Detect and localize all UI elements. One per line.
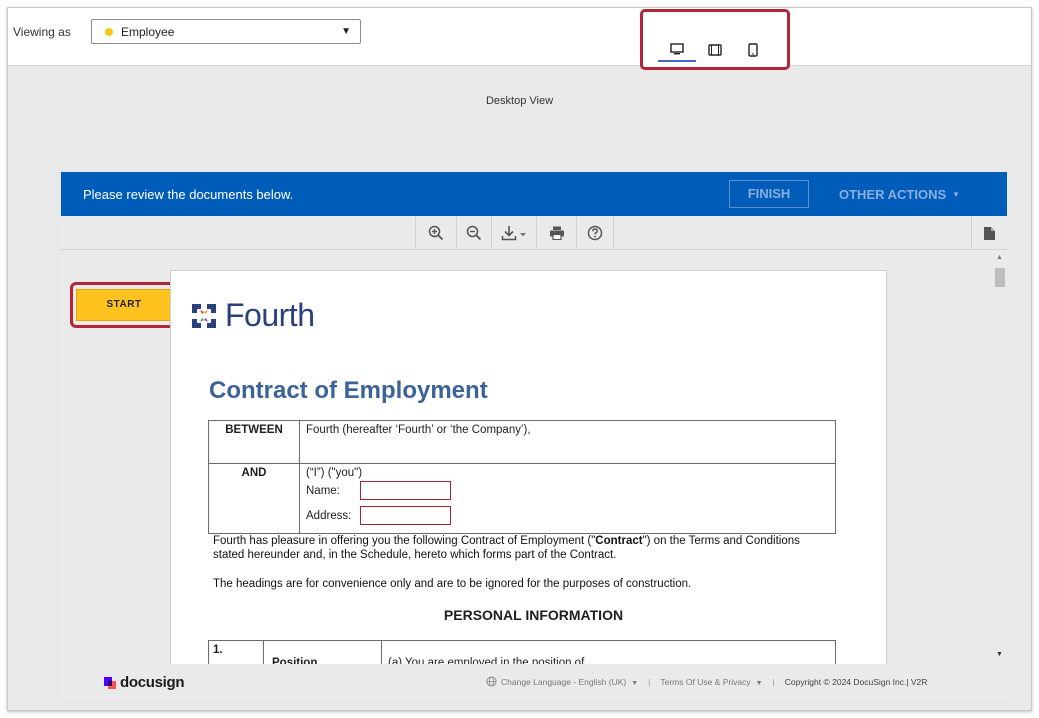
footer-links: Change Language - English (UK) ▼ | Terms … — [486, 676, 927, 687]
between-text: Fourth (hereafter ‘Fourth’ or ‘the Compa… — [299, 420, 836, 464]
and-label: AND — [208, 463, 300, 534]
print-icon — [549, 226, 564, 240]
download-icon — [501, 226, 526, 241]
and-text: (“I”) ("you") — [306, 467, 363, 479]
docusign-logo-icon — [104, 676, 116, 689]
help-icon — [587, 225, 603, 241]
docusign-logo: docusign — [103, 674, 185, 691]
section-heading: PERSONAL INFORMATION — [443, 607, 624, 623]
name-label: Name: — [306, 484, 340, 497]
zoom-out-button[interactable] — [456, 216, 491, 250]
parties-table: BETWEEN Fourth (hereafter ‘Fourth’ or ‘t… — [208, 420, 836, 534]
review-banner: Please review the documents below. FINIS… — [61, 172, 1007, 216]
personal-info-table: 1. Position (a) You are employed in the … — [208, 640, 836, 664]
terms-label: Terms Of Use & Privacy — [660, 676, 751, 687]
chevron-down-icon: ▼ — [952, 190, 961, 199]
intro-paragraph: Fourth has pleasure in offering you the … — [213, 534, 833, 562]
viewing-as-select[interactable]: Employee ▼ — [91, 19, 361, 44]
intro-bold: Contract — [595, 535, 643, 547]
start-button[interactable]: START — [76, 289, 172, 321]
app-window: Viewing as Employee ▼ Desktop View Pleas… — [7, 7, 1032, 711]
info-number: 1. — [208, 640, 264, 664]
zoom-out-icon — [466, 225, 482, 241]
document-title: Contract of Employment — [209, 377, 488, 404]
tablet-view-button[interactable] — [696, 38, 734, 62]
address-row: Address: — [306, 506, 829, 525]
address-label: Address: — [306, 509, 352, 522]
device-view-switcher — [640, 9, 790, 70]
document-page: Fourth Contract of Employment BETWEEN Fo… — [170, 270, 887, 664]
review-message: Please review the documents below. — [83, 187, 294, 202]
table-row: BETWEEN Fourth (hereafter ‘Fourth’ or ‘t… — [208, 420, 836, 464]
fourth-logo: Fourth — [189, 297, 315, 334]
terms-link[interactable]: Terms Of Use & Privacy ▼ — [660, 677, 762, 687]
address-field[interactable] — [360, 506, 451, 525]
role-dot-icon — [105, 28, 113, 36]
and-cell: (“I”) ("you") Name: Address: — [299, 463, 836, 534]
desktop-view-button[interactable] — [658, 38, 696, 62]
scroll-thumb[interactable] — [995, 268, 1005, 287]
print-button[interactable] — [536, 216, 576, 250]
scroll-up-icon[interactable]: ▲ — [996, 254, 1003, 261]
phone-icon — [748, 43, 758, 57]
tablet-icon — [708, 44, 722, 56]
other-actions-menu[interactable]: OTHER ACTIONS ▼ — [839, 187, 960, 202]
phone-view-button[interactable] — [734, 38, 772, 62]
info-label: Position — [263, 640, 382, 664]
change-language-link[interactable]: Change Language - English (UK) ▼ — [501, 677, 638, 687]
help-button[interactable] — [576, 216, 614, 250]
page-thumbnails-button[interactable] — [971, 216, 1007, 250]
headings-note: The headings are for convenience only an… — [213, 578, 692, 590]
viewing-as-label: Viewing as — [13, 25, 71, 39]
name-field[interactable] — [360, 481, 451, 500]
change-language-label: Change Language - English (UK) — [501, 676, 627, 687]
copyright-text: Copyright © 2024 DocuSign Inc.| V2R — [784, 676, 928, 687]
zoom-in-icon — [428, 225, 444, 241]
start-highlight: START — [70, 282, 178, 328]
name-row: Name: — [306, 481, 829, 500]
globe-icon — [486, 676, 497, 687]
viewing-as-value: Employee — [121, 25, 175, 39]
fourth-logo-text: Fourth — [225, 297, 315, 333]
divider: | — [648, 676, 651, 687]
document-toolbar — [61, 216, 1007, 250]
scroll-down-icon[interactable]: ▼ — [996, 651, 1003, 658]
intro-text-1: Fourth has pleasure in offering you the … — [213, 535, 596, 547]
info-text: (a) You are employed in the position of — [381, 640, 836, 664]
docusign-logo-text: docusign — [120, 674, 185, 691]
other-actions-label: OTHER ACTIONS — [839, 187, 947, 202]
between-label: BETWEEN — [208, 420, 300, 464]
divider: | — [772, 676, 775, 687]
footer: docusign Change Language - English (UK) ▼… — [61, 664, 1007, 698]
page-icon — [984, 226, 995, 240]
table-row: 1. Position (a) You are employed in the … — [208, 640, 836, 664]
finish-button[interactable]: FINISH — [729, 180, 809, 208]
zoom-in-button[interactable] — [415, 216, 456, 250]
desktop-icon — [670, 43, 684, 55]
fourth-logo-icon — [192, 303, 216, 328]
table-row: AND (“I”) ("you") Name: Address: — [208, 463, 836, 534]
chevron-down-icon: ▼ — [341, 26, 351, 37]
vertical-scrollbar[interactable]: ▲ ▼ — [993, 250, 1007, 664]
document-viewer[interactable]: START Fourth Contract of Employment BETW… — [61, 250, 1007, 664]
chevron-down-icon: ▼ — [755, 679, 763, 687]
chevron-down-icon: ▼ — [631, 679, 639, 687]
desktop-view-label: Desktop View — [485, 95, 554, 107]
download-button[interactable] — [491, 216, 536, 250]
top-bar: Viewing as Employee ▼ — [8, 8, 1031, 70]
